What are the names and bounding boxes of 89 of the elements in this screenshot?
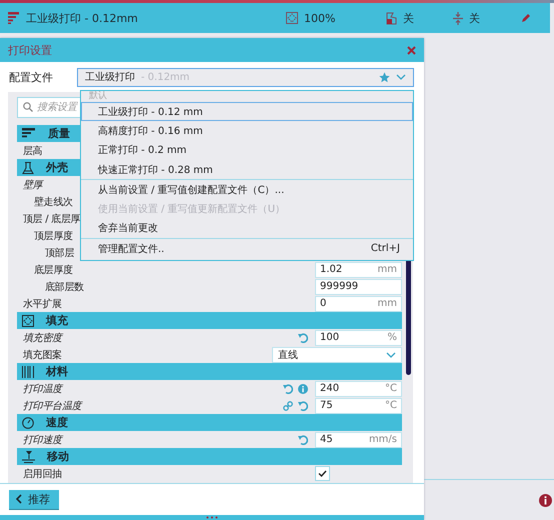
value-text: 1.02 bbox=[320, 264, 342, 275]
shortcut-text: Ctrl+J bbox=[370, 243, 400, 254]
layers-icon bbox=[8, 12, 20, 24]
recommended-button[interactable]: 推荐 bbox=[9, 490, 59, 510]
setting-label: 底部层数 bbox=[44, 280, 84, 294]
resize-grip-icon[interactable] bbox=[206, 516, 218, 519]
section-title: 材料 bbox=[46, 364, 68, 379]
setting-label: 启用回抽 bbox=[22, 468, 62, 480]
value-field[interactable]: 999999 bbox=[315, 278, 402, 294]
layers-icon bbox=[22, 128, 36, 139]
value-text: 45 bbox=[320, 434, 333, 445]
profile-label: 配置文件 bbox=[9, 70, 54, 84]
adhesion-icon bbox=[453, 12, 463, 24]
profile-option[interactable]: 快速正常打印 - 0.28 mm bbox=[81, 160, 413, 180]
menu-item[interactable]: 从当前设置 / 重写值创建配置文件（C）... bbox=[81, 180, 413, 200]
search-icon bbox=[23, 102, 33, 112]
unit-text: % bbox=[387, 332, 397, 343]
value-field[interactable]: 240 °C bbox=[315, 380, 402, 396]
value-text: 0 bbox=[320, 298, 326, 309]
unit-text: °C bbox=[385, 383, 397, 394]
setting-label: 顶层厚度 bbox=[33, 230, 73, 242]
chevron-down-icon bbox=[396, 74, 406, 80]
value-field[interactable]: 0 mm bbox=[315, 296, 402, 312]
info-icon[interactable] bbox=[539, 494, 552, 506]
profile-summary[interactable]: 工业级打印 - 0.12mm bbox=[26, 10, 138, 26]
section-title: 质量 bbox=[48, 126, 70, 141]
adhesion-value[interactable]: 关 bbox=[469, 10, 480, 26]
infill-value[interactable]: 100% bbox=[304, 12, 336, 24]
setting-label: 顶层 / 底层厚 bbox=[22, 212, 80, 226]
reset-icon[interactable] bbox=[298, 400, 308, 410]
section-title: 移动 bbox=[47, 449, 69, 464]
dropdown-value: 直线 bbox=[278, 348, 298, 362]
reset-icon[interactable] bbox=[298, 434, 308, 444]
value-text: 100 bbox=[320, 332, 340, 343]
star-icon[interactable] bbox=[379, 72, 390, 82]
value-text: 240 bbox=[320, 383, 340, 394]
section-title: 速度 bbox=[46, 415, 68, 430]
bars-icon bbox=[22, 366, 34, 378]
setting-label: 填充图案 bbox=[22, 348, 62, 362]
chevron-left-icon bbox=[16, 494, 22, 504]
value-field[interactable]: 75 °C bbox=[315, 398, 402, 414]
section-header[interactable]: 移动 bbox=[17, 448, 402, 465]
gauge-icon bbox=[22, 416, 34, 428]
infill-icon bbox=[22, 314, 34, 326]
section-header[interactable]: 填充 bbox=[17, 312, 402, 329]
chevron-down-icon bbox=[386, 352, 396, 358]
flask-icon bbox=[22, 162, 34, 174]
setting-label: 底层厚度 bbox=[33, 264, 73, 276]
section-header[interactable]: 材料 bbox=[17, 363, 402, 380]
value-text: 999999 bbox=[320, 281, 358, 292]
setting-label: 壁厚 bbox=[22, 178, 42, 192]
pattern-dropdown[interactable]: 直线 bbox=[272, 346, 402, 362]
setting-label: 填充密度 bbox=[22, 332, 62, 344]
setting-label: 壁走线次 bbox=[33, 196, 73, 208]
checkbox[interactable] bbox=[315, 466, 330, 481]
checkmark-icon bbox=[318, 470, 327, 477]
pencil-icon[interactable] bbox=[521, 13, 531, 23]
profile-option[interactable]: 工业级打印 - 0.12 mm bbox=[81, 102, 413, 122]
section-title: 填充 bbox=[46, 313, 68, 328]
setting-label: 水平扩展 bbox=[22, 298, 62, 310]
setting-label: 层高 bbox=[22, 144, 42, 158]
profile-option[interactable]: 高精度打印 - 0.16 mm bbox=[81, 121, 413, 141]
value-field[interactable]: 1.02 mm bbox=[315, 262, 402, 278]
value-field[interactable]: 45 mm/s bbox=[315, 432, 402, 448]
setting-label: 打印速度 bbox=[22, 434, 62, 446]
menu-group-header: 默认 bbox=[88, 91, 108, 102]
setting-label: 打印平台温度 bbox=[22, 400, 82, 412]
reset-icon[interactable] bbox=[283, 384, 293, 394]
infill-icon bbox=[286, 12, 298, 24]
profile-option[interactable]: 正常打印 - 0.2 mm bbox=[81, 140, 413, 160]
dialog-title: 打印设置 bbox=[8, 42, 52, 58]
unit-text: mm/s bbox=[368, 434, 397, 445]
support-value[interactable]: 关 bbox=[403, 10, 414, 26]
section-header[interactable]: 速度 bbox=[17, 414, 402, 431]
setting-label: 打印温度 bbox=[22, 382, 62, 396]
value-text: 75 bbox=[320, 400, 333, 411]
menu-item[interactable]: 管理配置文件.. bbox=[98, 242, 164, 256]
link-icon[interactable] bbox=[283, 400, 293, 410]
setting-label: 顶部层 bbox=[44, 246, 74, 260]
unit-text: °C bbox=[385, 400, 397, 411]
unit-text: mm bbox=[378, 298, 397, 309]
menu-item[interactable]: 舍弃当前更改 bbox=[81, 218, 413, 238]
section-title: 外壳 bbox=[46, 160, 68, 175]
value-field[interactable]: 100 % bbox=[315, 330, 402, 346]
close-icon[interactable] bbox=[407, 46, 416, 54]
support-icon bbox=[386, 12, 397, 24]
nozzle-icon bbox=[22, 450, 35, 462]
unit-text: mm bbox=[378, 264, 397, 275]
reset-icon[interactable] bbox=[298, 332, 308, 342]
